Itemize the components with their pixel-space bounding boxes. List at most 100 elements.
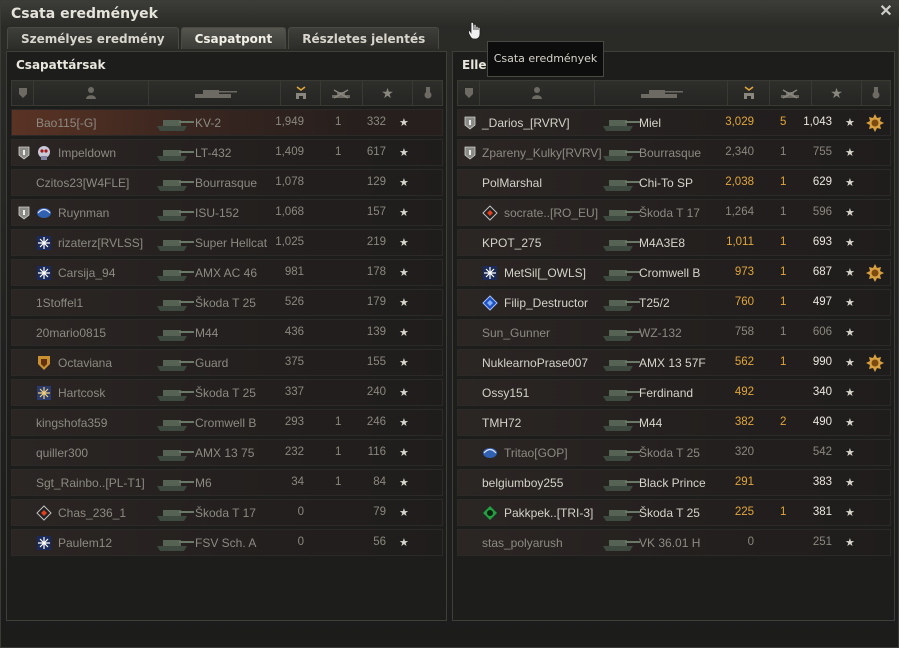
kills-value: 1 [780, 176, 787, 188]
sort-medal-header[interactable] [862, 81, 890, 105]
sort-rank-header[interactable] [458, 81, 480, 105]
tab-team-score[interactable]: Csapatpont [180, 27, 287, 49]
star-icon: ★ [399, 357, 409, 369]
kills-value: 1 [335, 116, 342, 128]
tank-name: Škoda T 17 [195, 506, 256, 520]
sort-rank-header[interactable] [12, 81, 34, 105]
player-row[interactable]: Ruynman ISU-152 1,068 157 ★ [11, 199, 443, 226]
tank-icon [641, 90, 683, 98]
sort-kills-header[interactable] [321, 81, 363, 105]
sort-damage-header[interactable] [281, 81, 321, 105]
tank-silhouette-icon [157, 420, 194, 431]
sort-xp-header[interactable]: ★ [812, 81, 862, 105]
sort-medal-header[interactable] [413, 81, 443, 105]
medal-icon[interactable] [865, 113, 885, 133]
sort-xp-header[interactable]: ★ [363, 81, 413, 105]
player-row[interactable]: socrate..[RO_EU] Škoda T 17 1,264 1 596 ★ [457, 199, 891, 226]
medal-icon[interactable] [865, 263, 885, 283]
medal-icon [872, 87, 880, 99]
tab-detailed-report[interactable]: Részletes jelentés [288, 27, 440, 49]
tab-bar: Személyes eredmény Csapatpont Részletes … [7, 27, 441, 49]
star-icon: ★ [845, 297, 855, 309]
damage-value: 2,340 [725, 146, 754, 158]
player-row[interactable]: Pakkpek..[TRI-3] Škoda T 25 225 1 381 ★ [457, 499, 891, 526]
player-name: Zpareny_Kulky[RVRV] [482, 146, 602, 160]
player-row[interactable]: Ossy151 Ferdinand 492 340 ★ [457, 379, 891, 406]
player-row[interactable]: Sgt_Rainbo..[PL-T1] M6 34 1 84 ★ [11, 469, 443, 496]
tank-silhouette-icon [157, 210, 194, 221]
damage-value: 758 [734, 326, 754, 338]
player-row[interactable]: Filip_Destructor T25/2 760 1 497 ★ [457, 289, 891, 316]
tank-silhouette-icon [157, 150, 194, 161]
xp-value: 155 [366, 356, 386, 368]
tank-silhouette-icon [157, 330, 194, 341]
player-row[interactable]: 20mario0815 M44 436 139 ★ [11, 319, 443, 346]
player-row[interactable]: Zpareny_Kulky[RVRV] Bourrasque 2,340 1 755 ★ [457, 139, 891, 166]
player-row[interactable]: Czitos23[W4FLE] Bourrasque 1,078 129 ★ [11, 169, 443, 196]
sort-kills-header[interactable] [770, 81, 812, 105]
player-row[interactable]: Octaviana Guard 375 155 ★ [11, 349, 443, 376]
player-row[interactable]: NuklearnoPrase007 AMX 13 57F 562 1 990 ★ [457, 349, 891, 376]
player-row[interactable]: Bao115[-G] KV-2 1,949 1 332 ★ [11, 109, 443, 136]
tank-name: FSV Sch. A [195, 536, 257, 550]
blue-diamond-clan-icon [482, 295, 498, 311]
kills-icon [331, 89, 350, 99]
tank-silhouette-icon [603, 240, 640, 251]
tank-name: AMX 13 75 [195, 446, 255, 460]
xp-value: 251 [812, 536, 832, 548]
star-icon: ★ [845, 357, 855, 369]
star-icon: ★ [399, 327, 409, 339]
medal-icon[interactable] [865, 353, 885, 373]
damage-value: 1,409 [275, 146, 304, 158]
sort-player-header[interactable] [34, 81, 149, 105]
player-name: PolMarshal [482, 176, 543, 190]
damage-value: 232 [284, 446, 304, 458]
player-row[interactable]: 1Stoffel1 Škoda T 25 526 179 ★ [11, 289, 443, 316]
tank-name: M4A3E8 [639, 236, 686, 250]
player-name: Paulem12 [58, 536, 113, 550]
player-row[interactable]: MetSil[_OWLS] Cromwell B 973 1 687 ★ [457, 259, 891, 286]
player-name: MetSil[_OWLS] [504, 266, 587, 280]
tab-personal-results[interactable]: Személyes eredmény [7, 27, 179, 49]
xp-value: 340 [812, 386, 832, 398]
player-name: Sun_Gunner [482, 326, 551, 340]
star-icon: ★ [399, 147, 409, 159]
player-name: Octaviana [58, 356, 113, 370]
xp-value: 617 [366, 146, 386, 158]
damage-value: 492 [734, 386, 754, 398]
player-row[interactable]: Hartcosk Škoda T 25 337 240 ★ [11, 379, 443, 406]
player-row[interactable]: Chas_236_1 Škoda T 17 0 79 ★ [11, 499, 443, 526]
star-icon: ★ [399, 207, 409, 219]
close-icon[interactable]: ✕ [878, 4, 894, 20]
player-row[interactable]: KPOT_275 M4A3E8 1,011 1 693 ★ [457, 229, 891, 256]
tank-name: Super Hellcat [195, 236, 268, 250]
tank-name: Škoda T 25 [195, 296, 256, 310]
player-row[interactable]: stas_polyarush VK 36.01 H 0 251 ★ [457, 529, 891, 556]
player-row[interactable]: _Darios_[RVRV] Miel 3,029 5 1,043 ★ [457, 109, 891, 136]
player-row[interactable]: Impeldown LT-432 1,409 1 617 ★ [11, 139, 443, 166]
player-row[interactable]: TMH72 M44 382 2 490 ★ [457, 409, 891, 436]
star-icon: ★ [399, 447, 409, 459]
player-name: Ruynman [58, 206, 110, 220]
player-row[interactable]: Sun_Gunner WZ-132 758 1 606 ★ [457, 319, 891, 346]
damage-value: 436 [284, 326, 304, 338]
damage-value: 34 [291, 476, 304, 488]
tank-name: Black Prince [639, 476, 706, 490]
player-row[interactable]: kingshofa359 Cromwell B 293 1 246 ★ [11, 409, 443, 436]
player-row[interactable]: Tritao[GOP] Škoda T 25 320 542 ★ [457, 439, 891, 466]
sort-tank-header[interactable] [149, 81, 281, 105]
sort-player-header[interactable] [480, 81, 595, 105]
player-row[interactable]: rizaterz[RVLSS] Super Hellcat 1,025 219 ★ [11, 229, 443, 256]
player-row[interactable]: Carsija_94 AMX AC 46 981 178 ★ [11, 259, 443, 286]
enemies-header: ★ [457, 80, 891, 106]
xp-value: 84 [373, 476, 386, 488]
sort-tank-header[interactable] [595, 81, 728, 105]
player-row[interactable]: belgiumboy255 Black Prince 291 383 ★ [457, 469, 891, 496]
player-row[interactable]: quiller300 AMX 13 75 232 1 116 ★ [11, 439, 443, 466]
kills-icon [780, 89, 799, 99]
sort-damage-header[interactable] [728, 81, 770, 105]
player-row[interactable]: Paulem12 FSV Sch. A 0 56 ★ [11, 529, 443, 556]
player-row[interactable]: PolMarshal Chi-To SP 2,038 1 629 ★ [457, 169, 891, 196]
tank-silhouette-icon [157, 360, 194, 371]
star-icon: ★ [399, 477, 409, 489]
